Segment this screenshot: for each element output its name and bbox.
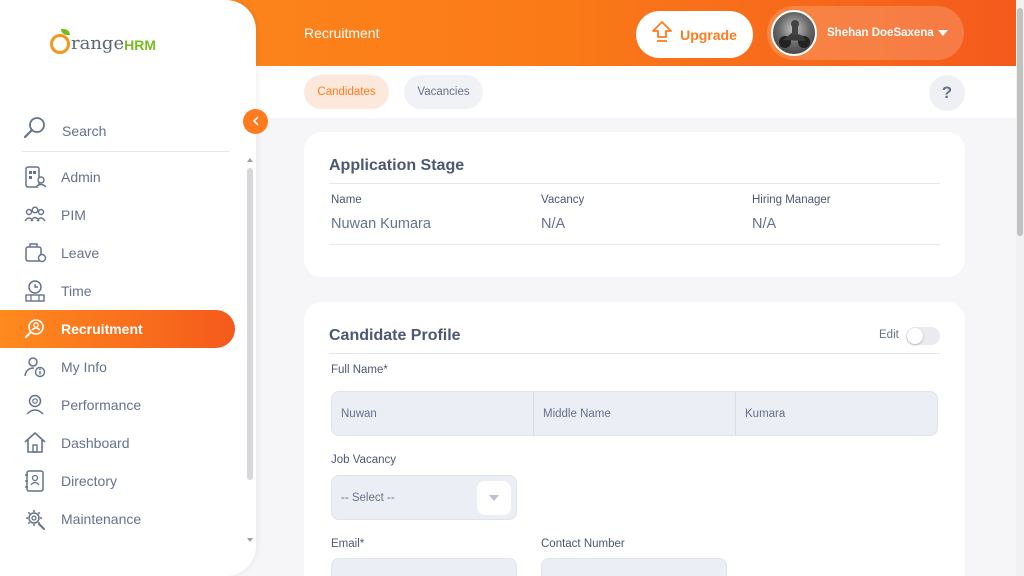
toggle-knob <box>907 328 923 344</box>
divider <box>329 353 940 354</box>
directory-icon <box>22 468 48 494</box>
collapse-sidebar-button[interactable] <box>243 109 268 134</box>
admin-icon <box>22 164 48 190</box>
page-scrollbar-thumb[interactable] <box>1017 8 1023 236</box>
sidebar-item-label: PIM <box>61 207 86 223</box>
sub-navigation: Candidates Vacancies ? <box>256 66 1016 118</box>
search-icon <box>22 115 48 146</box>
email-input[interactable] <box>331 558 517 576</box>
chevron-down-icon <box>937 30 948 36</box>
help-button[interactable]: ? <box>929 75 965 111</box>
sidebar-item-label: Dashboard <box>61 435 130 451</box>
sidebar-scrollbar[interactable] <box>245 158 255 548</box>
name-label: Name <box>331 194 362 206</box>
sidebar-item-label: My Info <box>61 359 107 375</box>
sidebar-item-performance[interactable]: Performance <box>0 386 235 424</box>
sidebar-search-label: Search <box>62 122 107 139</box>
upgrade-button[interactable]: Upgrade <box>636 11 753 58</box>
chevron-left-icon <box>251 113 261 131</box>
page-title: Recruitment <box>304 25 380 41</box>
divider <box>329 244 940 245</box>
my-info-icon <box>22 354 48 380</box>
sidebar-item-directory[interactable]: Directory <box>0 462 235 500</box>
vacancy-label: Vacancy <box>541 194 585 206</box>
dropdown-button[interactable] <box>477 481 511 515</box>
sidebar-search[interactable]: Search <box>22 110 230 152</box>
leave-icon <box>22 240 48 266</box>
tab-vacancies[interactable]: Vacancies <box>404 75 483 109</box>
upgrade-arrow-icon <box>652 21 672 48</box>
last-name-input[interactable]: Kumara <box>736 392 937 435</box>
sidebar-item-my-info[interactable]: My Info <box>0 348 235 386</box>
candidate-profile-card: Candidate Profile Edit Full Name* Nuwan … <box>304 302 965 576</box>
sidebar-item-label: Leave <box>61 245 100 261</box>
hiring-manager-value: N/A <box>752 216 777 232</box>
sidebar-item-label: Maintenance <box>61 511 142 527</box>
user-name: Shehan DoeSaxena <box>827 27 934 39</box>
user-dropdown[interactable]: Shehan DoeSaxena <box>767 6 964 60</box>
contact-number-label: Contact Number <box>541 538 625 550</box>
scroll-down-arrow-icon[interactable] <box>247 538 253 542</box>
candidate-profile-title: Candidate Profile <box>329 327 461 344</box>
sidebar-scrollbar-thumb[interactable] <box>247 168 253 480</box>
sidebar-nav: Admin PIM Leave Time Recruitment My Info… <box>0 158 245 538</box>
sidebar-item-dashboard[interactable]: Dashboard <box>0 424 235 462</box>
job-vacancy-value: -- Select -- <box>341 491 395 504</box>
first-name-input[interactable]: Nuwan <box>332 392 534 435</box>
sidebar-item-leave[interactable]: Leave <box>0 234 235 272</box>
sidebar-item-label: Performance <box>61 397 142 413</box>
contact-number-input[interactable] <box>541 558 727 576</box>
sidebar: range HRM Search Admin PIM Leave Time Rec… <box>0 0 256 576</box>
sidebar-item-label: Admin <box>61 169 101 185</box>
application-stage-title: Application Stage <box>329 157 465 174</box>
maintenance-icon <box>22 506 48 532</box>
performance-icon <box>22 392 48 418</box>
chevron-down-icon <box>489 495 499 501</box>
edit-toggle[interactable] <box>906 327 940 345</box>
application-stage-card: Application Stage Name Nuwan Kumara Vaca… <box>304 132 965 277</box>
edit-label: Edit <box>879 329 899 341</box>
sidebar-item-label: Time <box>61 283 92 299</box>
name-value: Nuwan Kumara <box>331 216 431 232</box>
dashboard-icon <box>22 430 48 456</box>
page-scrollbar[interactable] <box>1016 0 1024 576</box>
scroll-up-arrow-icon[interactable] <box>247 158 253 162</box>
email-label: Email* <box>331 538 365 550</box>
vacancy-value: N/A <box>541 216 566 232</box>
sidebar-item-maintenance[interactable]: Maintenance <box>0 500 235 538</box>
job-vacancy-label: Job Vacancy <box>331 454 396 466</box>
sidebar-item-recruitment[interactable]: Recruitment <box>0 310 235 348</box>
recruitment-icon <box>22 316 48 342</box>
full-name-field-group: Nuwan Middle Name Kumara <box>331 391 938 436</box>
tab-candidates[interactable]: Candidates <box>304 75 389 109</box>
divider <box>329 183 940 184</box>
job-vacancy-select[interactable]: -- Select -- <box>331 475 517 520</box>
sidebar-item-pim[interactable]: PIM <box>0 196 235 234</box>
sidebar-item-admin[interactable]: Admin <box>0 158 235 196</box>
upgrade-label: Upgrade <box>680 26 737 43</box>
middle-name-input[interactable]: Middle Name <box>534 392 736 435</box>
time-icon <box>22 278 48 304</box>
full-name-label: Full Name* <box>331 364 388 376</box>
sidebar-item-time[interactable]: Time <box>0 272 235 310</box>
orangehrm-logo: range HRM <box>50 29 156 54</box>
pim-icon <box>22 202 48 228</box>
sidebar-item-label: Recruitment <box>61 321 143 337</box>
avatar <box>771 10 817 56</box>
sidebar-item-label: Directory <box>61 473 118 489</box>
hiring-manager-label: Hiring Manager <box>752 194 831 206</box>
